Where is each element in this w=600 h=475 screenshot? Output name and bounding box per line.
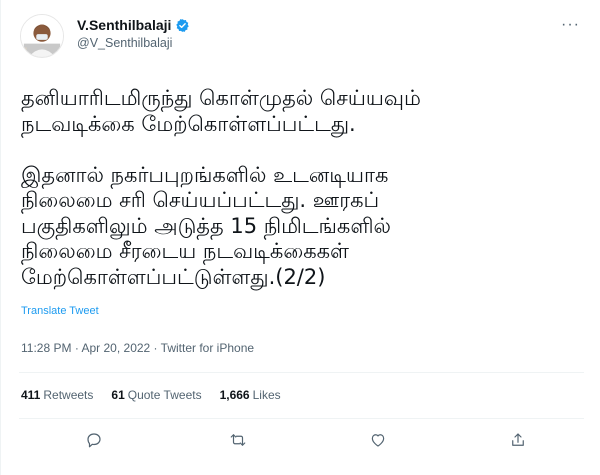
tweet-time[interactable]: 11:28 PM — [21, 341, 71, 355]
share-button[interactable] — [506, 428, 530, 452]
retweets-stat[interactable]: 411 Retweets — [21, 388, 93, 402]
more-options-icon[interactable]: ··· — [561, 16, 580, 34]
avatar[interactable] — [20, 14, 64, 58]
tweet-card: V.Senthilbalaji @V_Senthilbalaji ··· தனி… — [0, 0, 600, 475]
divider — [19, 418, 584, 419]
tweet-date[interactable]: Apr 20, 2022 — [82, 341, 151, 355]
tweet-source[interactable]: Twitter for iPhone — [161, 341, 254, 355]
quote-tweets-label: Quote Tweets — [127, 388, 202, 402]
meta-separator: · — [150, 341, 161, 355]
reply-icon — [87, 433, 101, 448]
reply-button[interactable] — [82, 428, 106, 452]
retweets-label: Retweets — [43, 388, 94, 402]
quote-tweets-count: 61 — [111, 388, 125, 402]
author-block[interactable]: V.Senthilbalaji @V_Senthilbalaji — [77, 17, 190, 50]
author-handle[interactable]: @V_Senthilbalaji — [77, 36, 190, 50]
action-bar — [1, 428, 600, 458]
divider — [19, 372, 584, 373]
retweet-button[interactable] — [226, 428, 250, 452]
translate-link[interactable]: Translate Tweet — [21, 305, 99, 317]
likes-stat[interactable]: 1,666 Likes — [220, 388, 281, 402]
quote-tweets-stat[interactable]: 61 Quote Tweets — [111, 388, 201, 402]
retweets-count: 411 — [21, 388, 41, 402]
like-button[interactable] — [366, 428, 390, 452]
like-icon — [371, 434, 385, 447]
share-icon — [512, 433, 524, 446]
author-name[interactable]: V.Senthilbalaji — [77, 17, 171, 33]
avatar-photo-icon — [21, 15, 63, 57]
tweet-text: தனியாரிடமிருந்து கொள்முதல் செய்யவும் நடவ… — [21, 86, 421, 289]
retweet-icon — [230, 434, 246, 446]
likes-count: 1,666 — [219, 388, 250, 402]
verified-badge-icon — [176, 18, 190, 32]
likes-label: Likes — [252, 388, 281, 402]
tweet-meta: 11:28 PM · Apr 20, 2022 · Twitter for iP… — [21, 341, 254, 355]
tweet-stats: 411 Retweets 61 Quote Tweets 1,666 Likes — [21, 388, 281, 402]
meta-separator: · — [71, 341, 82, 355]
